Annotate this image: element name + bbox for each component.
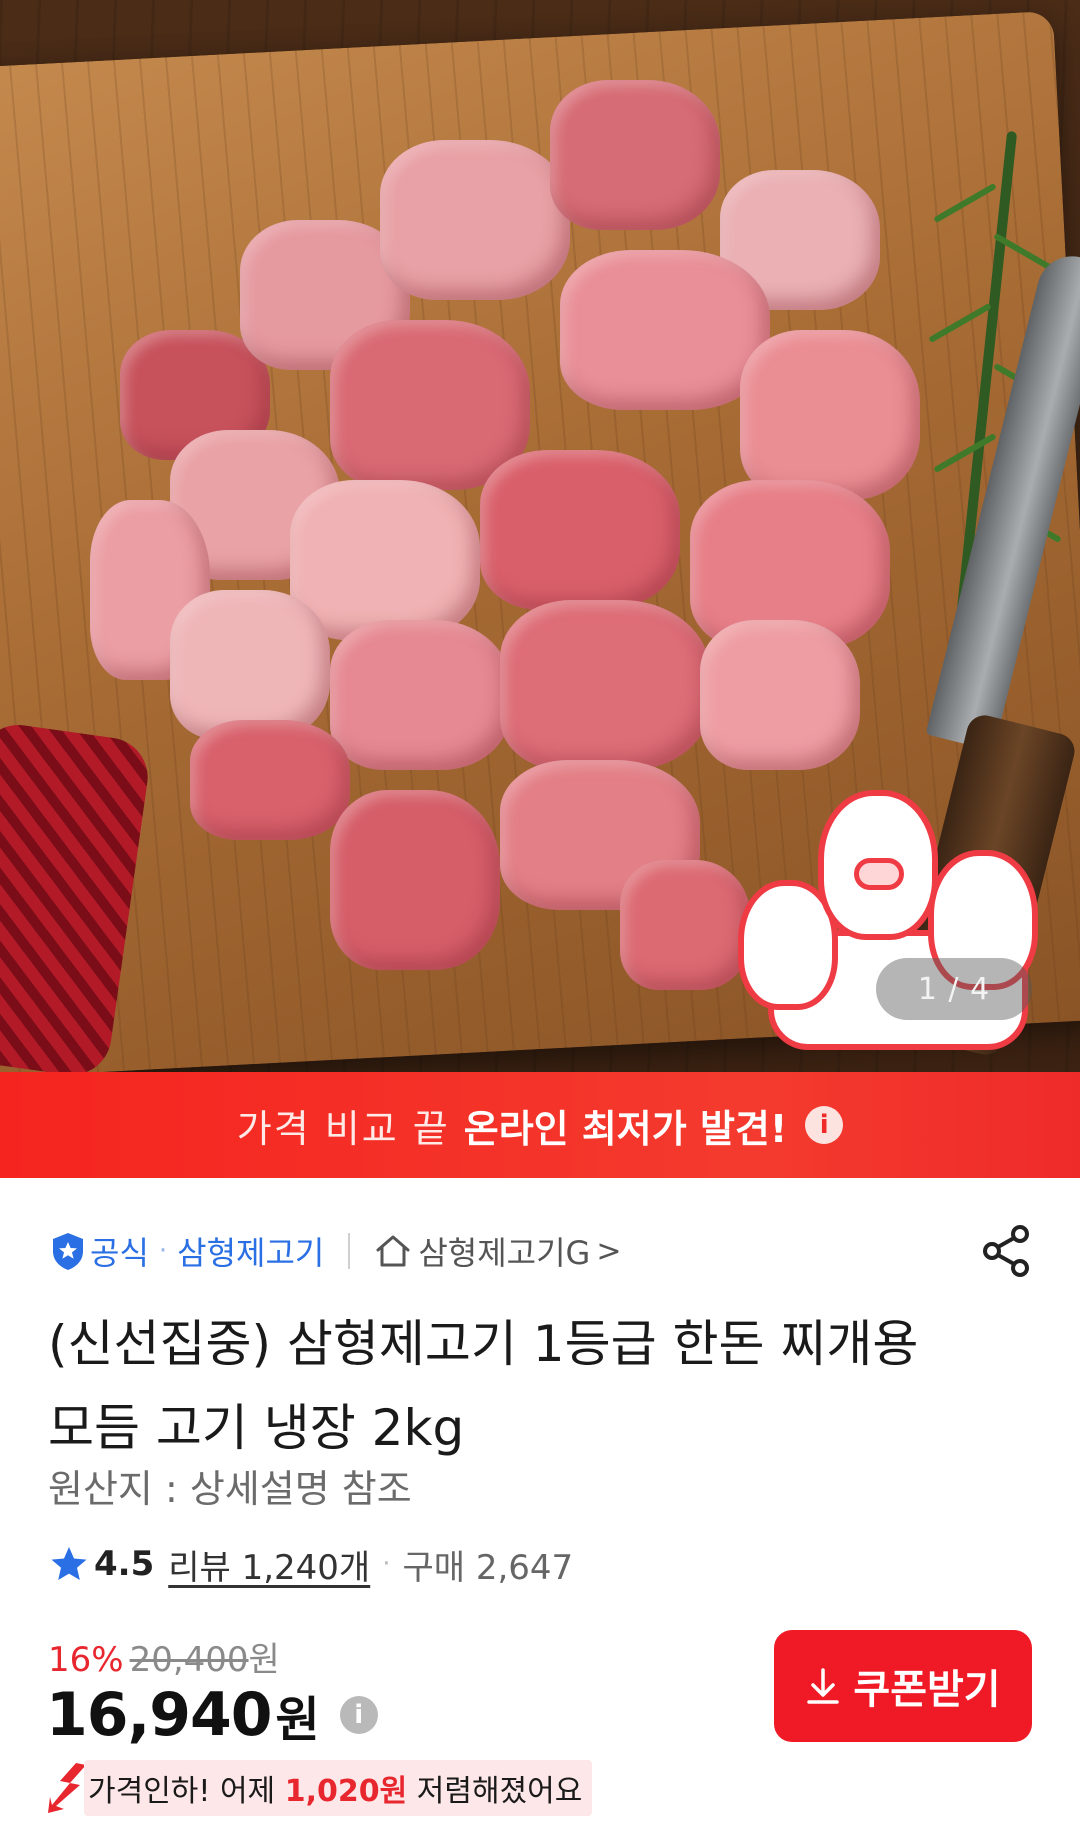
original-price-unit: 원 — [248, 1640, 280, 1680]
meat-piece — [290, 480, 480, 640]
official-label: 공식 — [90, 1234, 149, 1272]
download-icon — [807, 1668, 840, 1704]
coupon-button-label: 쿠폰받기 — [853, 1668, 1001, 1712]
separator-dot: · — [158, 1236, 168, 1266]
meat-piece — [170, 590, 330, 740]
banner-light-text: 가격 비교 끝 — [236, 1106, 450, 1151]
rating-row: 4.5 리뷰 1,240개 · 구매 2,647 — [50, 1538, 573, 1590]
product-image[interactable]: 1 / 4 — [0, 0, 1080, 1072]
price-drop-notice: 가격인하! 어제 1,020원 저렴해졌어요 — [46, 1760, 593, 1816]
purchase-count: 구매 2,647 — [402, 1547, 574, 1588]
shield-icon — [53, 1233, 83, 1270]
meat-piece — [330, 620, 510, 770]
home-icon — [376, 1235, 410, 1267]
current-price-unit: 원 — [275, 1692, 320, 1748]
separator-dot: · — [382, 1549, 391, 1579]
meat-piece — [380, 140, 570, 300]
image-page-indicator: 1 / 4 — [876, 958, 1032, 1020]
price-drop-amount: 1,020원 — [284, 1774, 408, 1809]
rating-value: 4.5 — [94, 1544, 155, 1584]
meat-piece — [500, 600, 710, 770]
info-icon[interactable]: i — [805, 1106, 844, 1144]
reviews-link[interactable]: 리뷰 1,240개 — [168, 1540, 370, 1589]
brand-link[interactable]: 삼형제고기 — [177, 1228, 324, 1274]
price-drop-prefix: 가격인하! 어제 — [88, 1774, 285, 1809]
mascot-logo — [728, 790, 1068, 1060]
meat-piece — [480, 450, 680, 610]
price-drop-text: 가격인하! 어제 1,020원 저렴해졌어요 — [84, 1760, 593, 1816]
price-row: 16,940 원 i — [46, 1680, 378, 1750]
product-title: (신선집중) 삼형제고기 1등급 한돈 찌개용 모듬 고기 냉장 2kg — [48, 1315, 919, 1457]
current-price: 16,940 — [46, 1680, 273, 1750]
meat-piece — [330, 790, 500, 970]
seller-row: 공식 · 삼형제고기 삼형제고기G > — [50, 1222, 1040, 1280]
meat-piece — [190, 720, 350, 840]
divider — [348, 1233, 351, 1269]
product-origin: 원산지 : 상세설명 참조 — [48, 1467, 412, 1511]
get-coupon-button[interactable]: 쿠폰받기 — [774, 1630, 1032, 1742]
discount-rate: 16% — [48, 1640, 124, 1680]
original-price: 20,400 — [129, 1640, 249, 1680]
star-icon — [51, 1547, 87, 1580]
lowest-price-banner[interactable]: 가격 비교 끝 온라인 최저가 발견! i — [0, 1072, 1080, 1178]
meat-piece — [700, 620, 860, 770]
discount-row: 16% 20,400 원 — [48, 1632, 280, 1681]
meat-piece — [560, 250, 770, 410]
price-drop-suffix: 저렴해졌어요 — [407, 1774, 583, 1809]
chevron-right-icon: > — [596, 1233, 622, 1269]
info-icon[interactable]: i — [339, 1696, 378, 1734]
meat-piece — [740, 330, 920, 500]
store-link[interactable]: 삼형제고기G — [418, 1228, 590, 1274]
meat-piece — [550, 80, 720, 230]
banner-bold-text: 온라인 최저가 발견! — [463, 1106, 788, 1151]
share-icon[interactable] — [980, 1224, 1032, 1278]
